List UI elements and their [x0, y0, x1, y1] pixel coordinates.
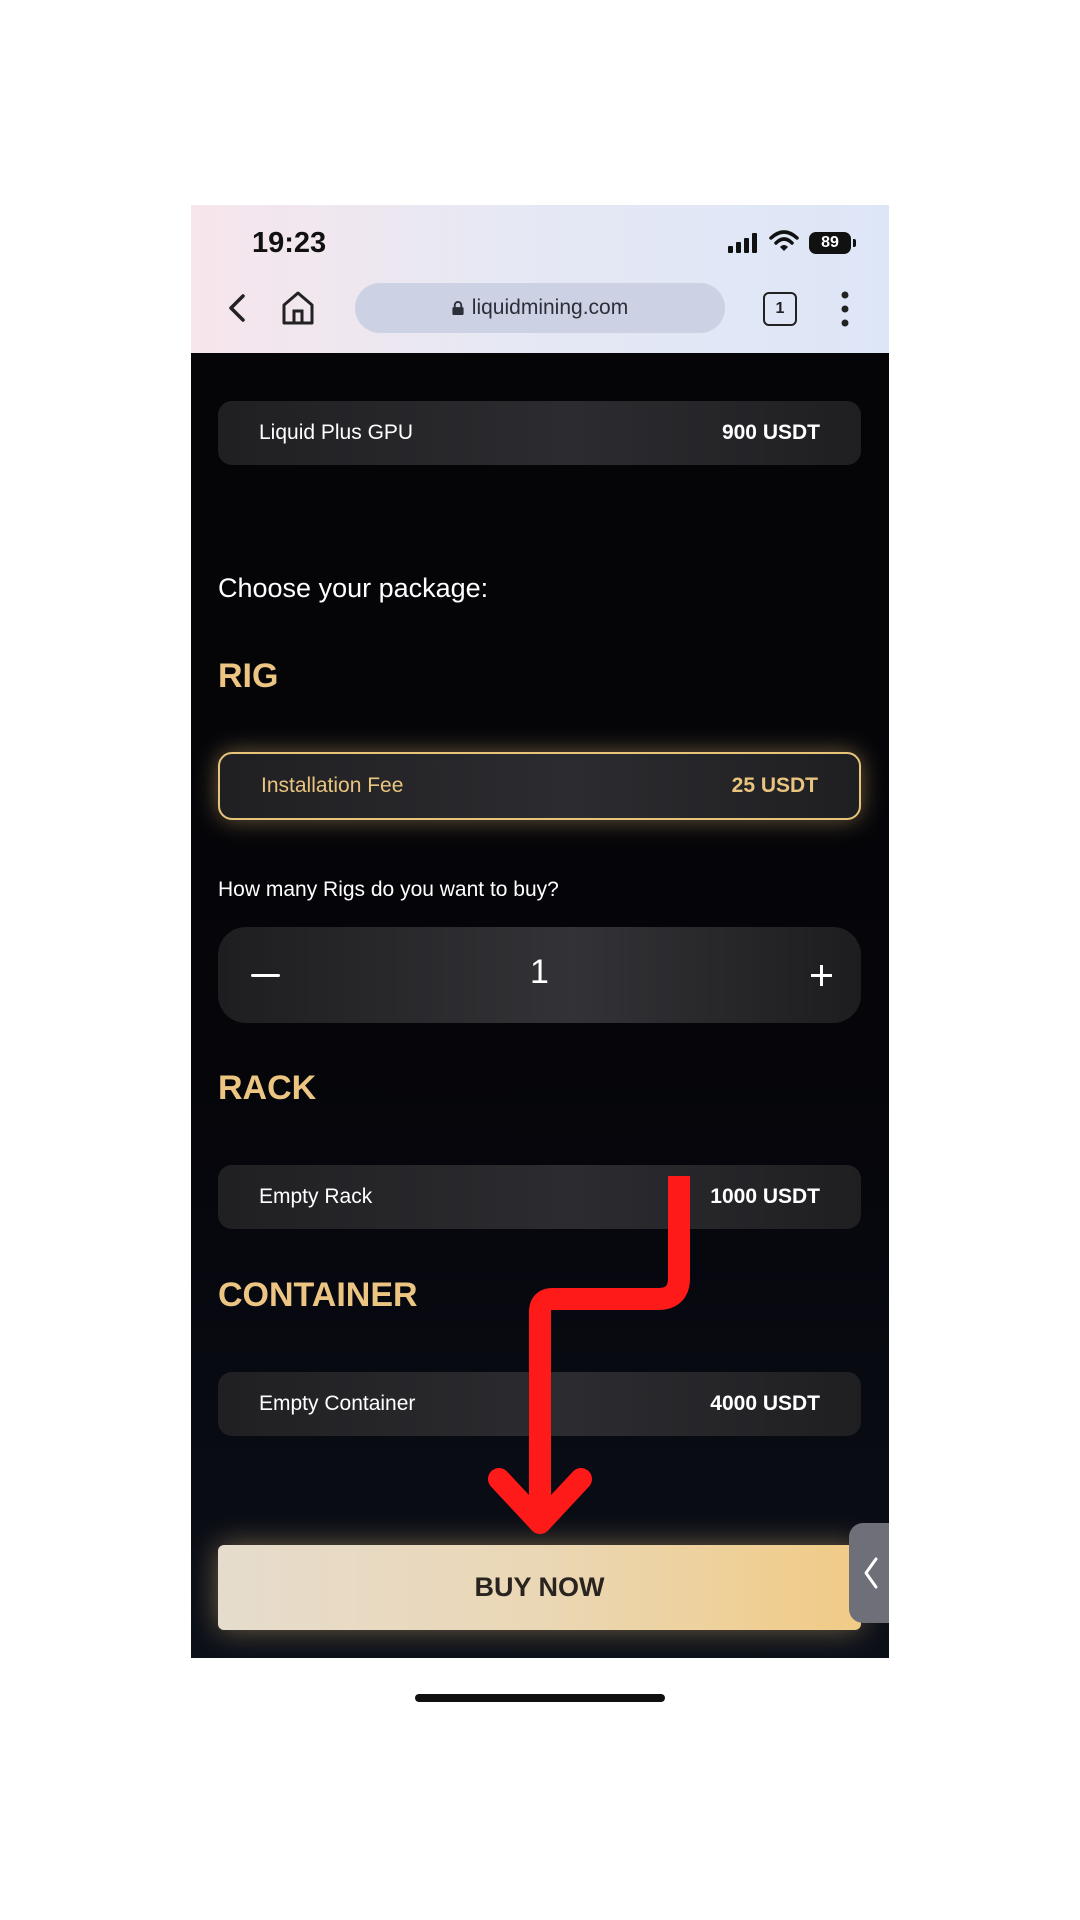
url-bar[interactable]: liquidmining.com: [355, 283, 725, 333]
package-price: 1000 USDT: [710, 1185, 820, 1208]
more-icon[interactable]: [839, 291, 851, 327]
package-price: 900 USDT: [721, 421, 820, 444]
side-panel-tab[interactable]: [849, 1523, 889, 1623]
rig-quantity-question: How many Rigs do you want to buy?: [218, 878, 559, 901]
section-title-container: CONTAINER: [218, 1276, 418, 1314]
chevron-left-icon: [864, 1557, 878, 1589]
package-label: Empty Container: [259, 1392, 416, 1415]
page-content: Liquid Plus GPU 900 USDT Choose your pac…: [191, 353, 889, 1658]
status-time: 19:23: [252, 227, 327, 259]
wifi-icon: [769, 230, 799, 251]
package-label: Empty Rack: [259, 1185, 373, 1208]
tabs-icon[interactable]: 1: [763, 292, 797, 326]
battery-icon: 89: [809, 232, 856, 254]
quantity-stepper: 1: [218, 927, 861, 1023]
browser-toolbar: 19:23 89 liquidmining.com 1: [191, 205, 889, 353]
package-card-liquid-plus-gpu[interactable]: Liquid Plus GPU 900 USDT: [218, 401, 861, 465]
url-text: liquidmining.com: [471, 296, 629, 319]
signal-icon: [728, 233, 757, 253]
choose-package-heading: Choose your package:: [218, 573, 489, 603]
quantity-value: 1: [530, 953, 549, 991]
fee-price: 25 USDT: [731, 774, 818, 797]
back-icon[interactable]: [225, 293, 249, 323]
package-price: 4000 USDT: [710, 1392, 820, 1415]
buy-now-button[interactable]: BUY NOW: [218, 1545, 861, 1630]
home-indicator[interactable]: [415, 1694, 665, 1702]
lock-icon: [452, 301, 464, 315]
section-title-rig: RIG: [218, 657, 279, 695]
home-icon[interactable]: [281, 290, 315, 326]
package-label: Liquid Plus GPU: [259, 421, 414, 444]
section-title-rack: RACK: [218, 1069, 317, 1107]
package-card-empty-rack[interactable]: Empty Rack 1000 USDT: [218, 1165, 861, 1229]
installation-fee-card[interactable]: Installation Fee 25 USDT: [218, 752, 861, 820]
phone-screen: 19:23 89 liquidmining.com 1 Liquid Plus …: [191, 205, 889, 1658]
package-card-empty-container[interactable]: Empty Container 4000 USDT: [218, 1372, 861, 1436]
fee-label: Installation Fee: [261, 774, 404, 797]
increment-button[interactable]: [791, 945, 851, 1005]
